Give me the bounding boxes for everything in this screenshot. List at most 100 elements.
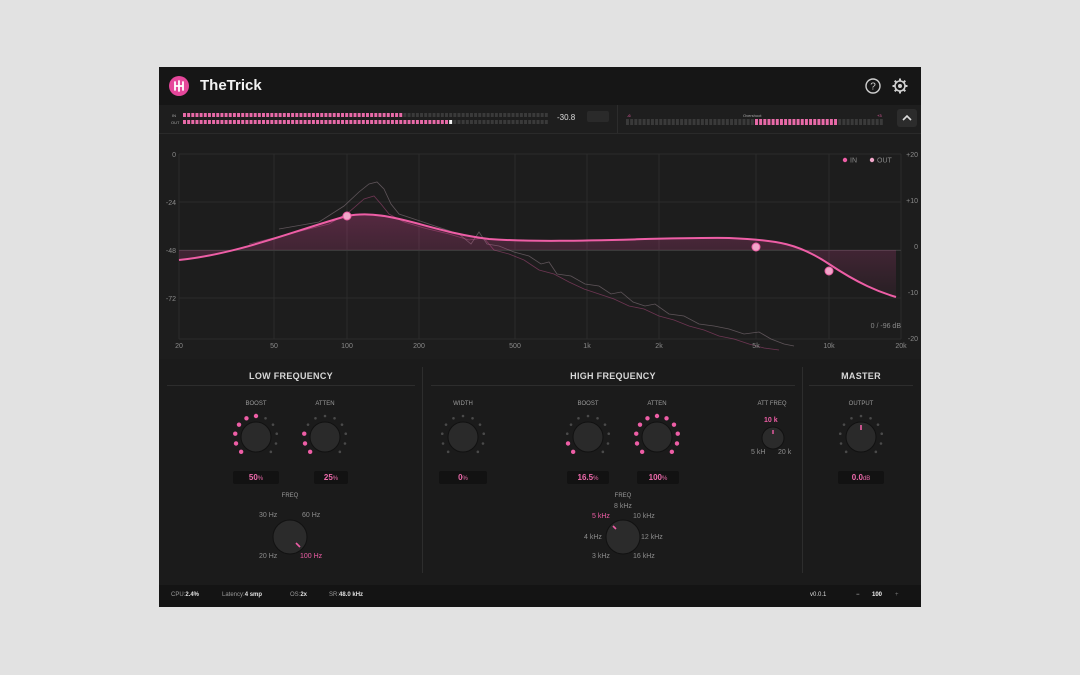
high-boost-knob[interactable] — [564, 413, 612, 461]
section-divider — [422, 367, 423, 573]
high-freq-selector-knob[interactable] — [603, 517, 643, 557]
knob-level-dot — [269, 450, 273, 454]
meter-reset-box[interactable] — [587, 111, 609, 122]
meter-segment — [278, 120, 282, 124]
high-freq-option-4k[interactable]: 4 kHz — [584, 534, 602, 541]
high-freq-option-12k[interactable]: 12 kHz — [641, 534, 663, 541]
knob-level-dot — [482, 432, 486, 436]
meter-segment — [871, 119, 875, 125]
meter-segment — [825, 119, 829, 125]
meter-segment — [717, 119, 721, 125]
zoom-in-button[interactable]: + — [895, 592, 899, 598]
meter-readout: -30.8 — [557, 113, 576, 122]
low-frequency-title: LOW FREQUENCY — [249, 371, 333, 381]
knob-level-dot — [669, 449, 675, 455]
meter-segment — [457, 113, 461, 117]
knob-level-dot — [302, 441, 308, 446]
meter-segment — [320, 120, 324, 124]
meter-segment — [838, 119, 842, 125]
meter-segment — [515, 120, 519, 124]
meter-segment — [528, 120, 532, 124]
meter-segment — [291, 113, 295, 117]
low-atten-value[interactable]: 25% — [314, 471, 348, 484]
plugin-window: TheTrick ? IN OUT -30.8 -6 Overshoot +3 — [159, 67, 921, 607]
meter-segment — [796, 119, 800, 125]
meter-segment — [407, 120, 411, 124]
meter-segment — [755, 119, 758, 125]
meter-segment — [282, 120, 286, 124]
zoom-out-button[interactable]: − — [856, 592, 860, 598]
freq-tick-label: 100 — [341, 343, 353, 350]
high-atten-value[interactable]: 100% — [637, 471, 679, 484]
master-divider — [809, 385, 913, 386]
knob-level-dot — [675, 431, 680, 436]
output-value[interactable]: 0.0dB — [838, 471, 884, 484]
meter-segment — [511, 120, 515, 124]
meter-segment — [395, 113, 399, 117]
meter-segment — [638, 119, 642, 125]
meter-segment — [494, 120, 498, 124]
width-knob[interactable] — [439, 413, 487, 461]
high-freq-handle — [751, 242, 761, 252]
meter-segment — [291, 120, 295, 124]
meter-segment — [403, 113, 407, 117]
knob-level-dot — [596, 416, 599, 420]
meter-segment — [324, 120, 328, 124]
output-label: OUTPUT — [848, 401, 874, 407]
knob-level-dot — [637, 422, 643, 427]
meter-segment — [191, 113, 195, 117]
knob-level-dot — [570, 449, 576, 455]
meter-segment — [295, 120, 299, 124]
att-freq-knob[interactable] — [760, 425, 786, 451]
meter-segment — [499, 113, 503, 117]
high-boost-value[interactable]: 16.5% — [567, 471, 609, 484]
meter-segment — [511, 113, 515, 117]
output-knob[interactable] — [837, 413, 885, 461]
meter-segment — [187, 113, 191, 117]
meter-segment — [187, 120, 191, 124]
knob-level-dot — [634, 441, 640, 446]
meter-segment — [503, 113, 507, 117]
meter-segment — [730, 119, 733, 125]
knob-level-dot — [601, 450, 605, 454]
legend-in: IN — [850, 158, 857, 165]
meter-segment — [390, 113, 394, 117]
gear-icon[interactable] — [890, 76, 910, 96]
meter-segment — [536, 120, 540, 124]
meter-segment — [183, 120, 186, 124]
meter-segment — [216, 113, 220, 117]
meter-segment — [675, 119, 679, 125]
collapse-button[interactable] — [897, 109, 917, 127]
meter-segment — [257, 113, 261, 117]
meter-segment — [503, 120, 507, 124]
meter-segment — [278, 113, 282, 117]
high-atten-knob[interactable] — [633, 413, 681, 461]
meter-segment — [846, 119, 850, 125]
meter-segment — [544, 120, 548, 124]
low-atten-knob[interactable] — [301, 413, 349, 461]
meter-segment — [320, 113, 324, 117]
meter-segment — [763, 119, 767, 125]
help-icon[interactable]: ? — [863, 76, 883, 96]
meter-segment — [316, 113, 320, 117]
knob-level-dot — [233, 441, 239, 446]
meter-segment — [262, 113, 265, 117]
meter-segment — [253, 120, 257, 124]
meter-segment — [241, 113, 245, 117]
low-freq-selector-knob[interactable] — [270, 517, 310, 557]
meter-segment — [709, 119, 713, 125]
low-boost-value[interactable]: 50% — [233, 471, 279, 484]
width-value[interactable]: 0% — [439, 471, 487, 484]
meter-segment — [486, 120, 490, 124]
oversampling-status: OS:2x — [290, 592, 308, 598]
eq-curve — [178, 213, 897, 298]
meter-segment — [303, 113, 307, 117]
meter-segment — [817, 119, 821, 125]
meter-segment — [241, 120, 245, 124]
low-boost-knob[interactable] — [232, 413, 280, 461]
meter-segment — [809, 119, 813, 125]
meter-segment — [646, 119, 650, 125]
high-freq-option-8k[interactable]: 8 kHz — [614, 503, 632, 510]
meter-segment — [199, 120, 203, 124]
knob-level-dot — [444, 423, 448, 426]
